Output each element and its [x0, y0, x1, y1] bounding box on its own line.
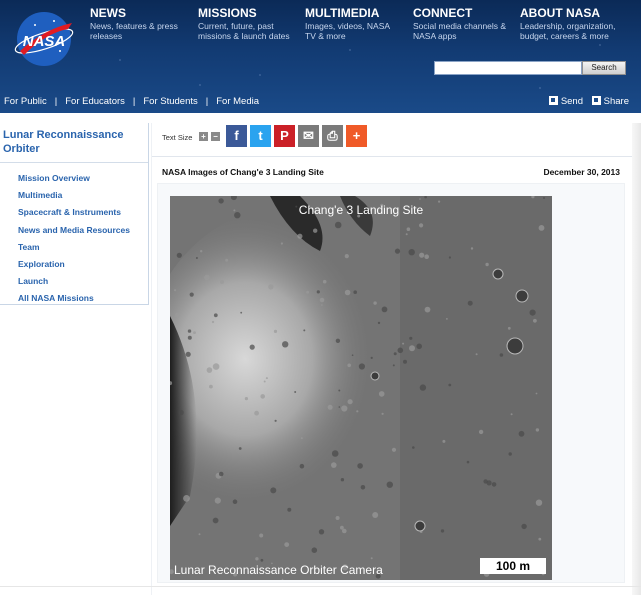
- nav-multimedia-sub: Images, videos, NASA TV & more: [305, 21, 390, 41]
- facebook-icon[interactable]: f: [226, 125, 247, 147]
- nav-multimedia-title: MULTIMEDIA: [305, 6, 380, 20]
- sidebar-item-spacecraft-instruments[interactable]: Spacecraft & Instruments: [18, 204, 148, 221]
- text-size-decrease-button[interactable]: −: [211, 132, 220, 141]
- nav-connect-sub: Social media channels & NASA apps: [413, 21, 507, 41]
- send-icon: [548, 96, 558, 105]
- search-input[interactable]: [434, 61, 582, 75]
- nav-for-students[interactable]: For Students: [143, 96, 197, 107]
- sidebar-title[interactable]: Lunar Reconnaissance Orbiter: [0, 123, 148, 156]
- nav-multimedia[interactable]: MULTIMEDIA Images, videos, NASA TV & mor…: [305, 6, 400, 42]
- image-title: Chang'e 3 Landing Site: [298, 203, 424, 217]
- search-button[interactable]: Search: [582, 61, 626, 75]
- nav-for-public[interactable]: For Public: [4, 96, 47, 107]
- image-credit: Lunar Reconnaissance Orbiter Camera: [174, 563, 383, 577]
- send-label: Send: [560, 96, 583, 107]
- sidebar-item-launch[interactable]: Launch: [18, 273, 148, 290]
- nav-connect[interactable]: CONNECT Social media channels & NASA app…: [413, 6, 513, 42]
- nav-missions[interactable]: MISSIONS Current, future, past missions …: [198, 6, 298, 42]
- toolbar-divider: [152, 156, 641, 157]
- nav-for-educators[interactable]: For Educators: [65, 96, 125, 107]
- article-title: NASA Images of Chang'e 3 Landing Site: [162, 167, 324, 177]
- page-bottom-rule: [0, 586, 641, 587]
- page-edge: [632, 123, 641, 595]
- article-date: December 30, 2013: [543, 167, 620, 177]
- sidebar-item-all-nasa-missions[interactable]: All NASA Missions: [18, 290, 148, 307]
- nav-news-title: NEWS: [90, 6, 126, 20]
- sidebar-item-team[interactable]: Team: [18, 239, 148, 256]
- nav-for-media[interactable]: For Media: [216, 96, 259, 107]
- sidebar-item-multimedia[interactable]: Multimedia: [18, 187, 148, 204]
- twitter-icon[interactable]: t: [250, 125, 271, 147]
- share-icon: [591, 96, 601, 105]
- print-icon[interactable]: ⎙: [322, 125, 343, 147]
- scale-bar: 100 m: [480, 558, 546, 574]
- nav-missions-title: MISSIONS: [198, 6, 257, 20]
- nav-missions-sub: Current, future, past missions & launch …: [198, 21, 290, 41]
- pinterest-icon[interactable]: P: [274, 125, 295, 147]
- nav-separator: |: [132, 96, 136, 107]
- nav-separator: |: [205, 96, 209, 107]
- text-size-label: Text Size: [162, 133, 193, 142]
- logo-text: NASA: [23, 33, 66, 50]
- sidebar-item-news-media-resources[interactable]: News and Media Resources: [18, 222, 148, 239]
- nav-separator: |: [54, 96, 58, 107]
- nav-about-title: ABOUT NASA: [520, 6, 600, 20]
- content-divider: [151, 123, 152, 595]
- nasa-logo[interactable]: NASA: [10, 11, 78, 67]
- lunar-terrain-graphic: [170, 196, 552, 580]
- sidebar-item-mission-overview[interactable]: Mission Overview: [18, 170, 148, 187]
- send-button[interactable]: Send: [548, 96, 583, 107]
- share-label: Share: [603, 96, 629, 107]
- nav-news-sub: News, features & press releases: [90, 21, 178, 41]
- sidebar-item-exploration[interactable]: Exploration: [18, 256, 148, 273]
- nav-about-sub: Leadership, organization, budget, career…: [520, 21, 616, 41]
- lunar-surface-image[interactable]: Chang'e 3 Landing Site Lunar Reconnaissa…: [170, 196, 552, 580]
- email-icon[interactable]: ✉: [298, 125, 319, 147]
- audience-nav: For Public | For Educators | For Students | Fo…: [0, 91, 641, 113]
- text-size-increase-button[interactable]: +: [199, 132, 208, 141]
- sidebar-menu: Mission Overview Multimedia Spacecraft &…: [0, 163, 148, 308]
- site-header: NASA NEWS News, features & press release…: [0, 0, 641, 113]
- nav-about[interactable]: ABOUT NASA Leadership, organization, bud…: [520, 6, 630, 42]
- share-button[interactable]: Share: [591, 96, 629, 107]
- more-share-icon[interactable]: +: [346, 125, 367, 147]
- mission-sidebar: Lunar Reconnaissance Orbiter Mission Ove…: [0, 123, 149, 305]
- nav-connect-title: CONNECT: [413, 6, 473, 20]
- nav-news[interactable]: NEWS News, features & press releases: [90, 6, 190, 42]
